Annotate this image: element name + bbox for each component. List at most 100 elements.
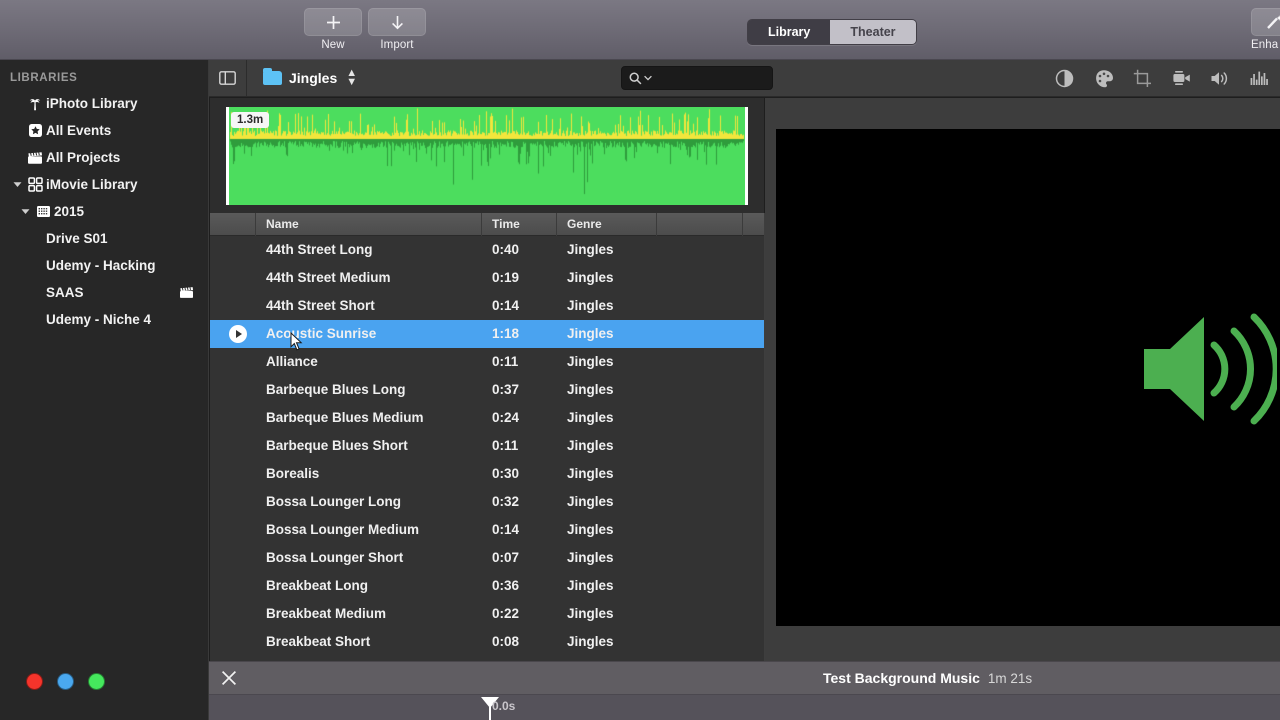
waveform-start-handle[interactable] (226, 106, 229, 205)
column-header-name[interactable]: Name (256, 213, 482, 236)
row-spacer (210, 460, 256, 488)
row-extra-2 (743, 376, 764, 404)
preview-screen[interactable] (776, 129, 1280, 626)
chevron-down-icon[interactable] (10, 181, 24, 188)
row-genre: Jingles (567, 298, 614, 313)
enhance-button-label: Enha (1251, 39, 1279, 51)
row-time: 0:37 (492, 382, 520, 397)
media-list[interactable]: Name Time Genre 44th Street Long 0:40 Jing… (210, 213, 764, 661)
sidebar-item-udemy-hacking[interactable]: Udemy - Hacking (0, 252, 208, 279)
list-body: 44th Street Long 0:40 Jingles 44th Street M… (210, 236, 764, 656)
row-genre: Jingles (567, 438, 614, 453)
row-name: 44th Street Medium (266, 270, 391, 285)
sidebar-item-saas[interactable]: SAAS (0, 279, 208, 306)
row-genre: Jingles (567, 634, 614, 649)
sidebar-item-all-projects[interactable]: All Projects (0, 144, 208, 171)
viewer-tools (1054, 60, 1270, 96)
table-row[interactable]: Bossa Lounger Short 0:07 Jingles (210, 544, 764, 572)
libraries-sidebar: LIBRARIES iPhoto Library All Events All … (0, 60, 209, 720)
playhead-stem (489, 707, 491, 720)
chevron-down-icon[interactable] (18, 208, 32, 215)
stabilization-icon[interactable] (1171, 68, 1192, 89)
color-balance-icon[interactable] (1054, 68, 1075, 89)
row-time: 0:24 (492, 410, 520, 425)
sidebar-toggle-icon[interactable] (209, 60, 247, 96)
row-extra-2 (743, 264, 764, 292)
list-header: Name Time Genre (210, 213, 764, 236)
row-genre: Jingles (567, 494, 614, 509)
close-x-icon[interactable] (209, 662, 249, 694)
sidebar-item-label: iPhoto Library (46, 96, 138, 111)
color-correction-icon[interactable] (1093, 68, 1114, 89)
import-button[interactable]: Import (368, 8, 426, 51)
table-row[interactable]: Bossa Lounger Long 0:32 Jingles (210, 488, 764, 516)
waveform-end-handle[interactable] (745, 106, 748, 205)
timeline-ruler[interactable]: 0.0s 1.3m (209, 694, 1280, 720)
sidebar-item-drive-s01[interactable]: Drive S01 (0, 225, 208, 252)
sidebar-item-2015[interactable]: 2015 (0, 198, 208, 225)
column-header-genre[interactable]: Genre (557, 213, 657, 236)
sidebar-item-label: Udemy - Hacking (46, 258, 156, 273)
table-row[interactable]: Barbeque Blues Short 0:11 Jingles (210, 432, 764, 460)
window-controls (26, 673, 105, 690)
search-field[interactable] (621, 66, 773, 90)
table-row[interactable]: 44th Street Medium 0:19 Jingles (210, 264, 764, 292)
row-extra-1 (657, 404, 743, 432)
row-time: 0:08 (492, 634, 520, 649)
import-button-label: Import (380, 39, 414, 51)
tab-library[interactable]: Library (748, 20, 831, 44)
project-bar: Test Background Music 1m 21s (209, 661, 1280, 694)
table-row[interactable]: Alliance 0:11 Jingles (210, 348, 764, 376)
audio-equalizer-icon[interactable] (1249, 68, 1270, 89)
new-button[interactable]: New (304, 8, 362, 51)
sidebar-item-udemy-niche-4[interactable]: Udemy - Niche 4 (0, 306, 208, 333)
volume-icon[interactable] (1210, 68, 1231, 89)
tab-theater[interactable]: Theater (830, 20, 916, 44)
search-icon (629, 72, 642, 84)
row-time: 0:14 (492, 298, 520, 313)
row-spacer (210, 516, 256, 544)
table-row[interactable]: Breakbeat Long 0:36 Jingles (210, 572, 764, 600)
crop-icon[interactable] (1132, 68, 1153, 89)
row-extra-2 (743, 236, 764, 264)
enhance-button[interactable]: Enha (1251, 8, 1280, 51)
row-extra-2 (743, 516, 764, 544)
play-circle-icon[interactable] (229, 325, 247, 343)
table-row[interactable]: Borealis 0:30 Jingles (210, 460, 764, 488)
sidebar-item-label: All Projects (46, 150, 121, 165)
table-row[interactable]: Breakbeat Short 0:08 Jingles (210, 628, 764, 656)
waveform-canvas (226, 106, 748, 205)
chevron-down-icon[interactable] (644, 75, 652, 81)
waveform-duration-badge: 1.3m (231, 111, 270, 128)
close-window-button[interactable] (26, 673, 43, 690)
palm-tree-icon (24, 97, 46, 111)
search-input[interactable] (656, 71, 766, 85)
audio-waveform[interactable]: 1.3m (226, 106, 748, 205)
row-spacer (210, 488, 256, 516)
column-header-extra-2[interactable] (743, 213, 764, 236)
table-row[interactable]: Breakbeat Medium 0:22 Jingles (210, 600, 764, 628)
view-mode-switch[interactable]: Library Theater (747, 19, 917, 45)
zoom-window-button[interactable] (88, 673, 105, 690)
row-genre: Jingles (567, 382, 614, 397)
table-row[interactable]: Barbeque Blues Medium 0:24 Jingles (210, 404, 764, 432)
table-row[interactable]: 44th Street Short 0:14 Jingles (210, 292, 764, 320)
row-spacer (210, 292, 256, 320)
row-name: Barbeque Blues Long (266, 382, 406, 397)
column-header-time[interactable]: Time (482, 213, 557, 236)
row-extra-2 (743, 572, 764, 600)
minimize-window-button[interactable] (57, 673, 74, 690)
sidebar-section-title: LIBRARIES (10, 72, 78, 84)
table-row[interactable]: 44th Street Long 0:40 Jingles (210, 236, 764, 264)
breadcrumb[interactable]: Jingles ▲ ▼ (247, 68, 357, 88)
sidebar-item-all-events[interactable]: All Events (0, 117, 208, 144)
row-genre: Jingles (567, 550, 614, 565)
project-title: Test Background Music (823, 670, 980, 686)
table-row[interactable]: Bossa Lounger Medium 0:14 Jingles (210, 516, 764, 544)
table-row[interactable]: Barbeque Blues Long 0:37 Jingles (210, 376, 764, 404)
sidebar-item-imovie-library[interactable]: iMovie Library (0, 171, 208, 198)
sort-updown-icon[interactable]: ▲ ▼ (346, 68, 357, 88)
column-header-extra-1[interactable] (657, 213, 743, 236)
project-duration: 1m 21s (987, 671, 1033, 686)
sidebar-item-iphoto-library[interactable]: iPhoto Library (0, 90, 208, 117)
